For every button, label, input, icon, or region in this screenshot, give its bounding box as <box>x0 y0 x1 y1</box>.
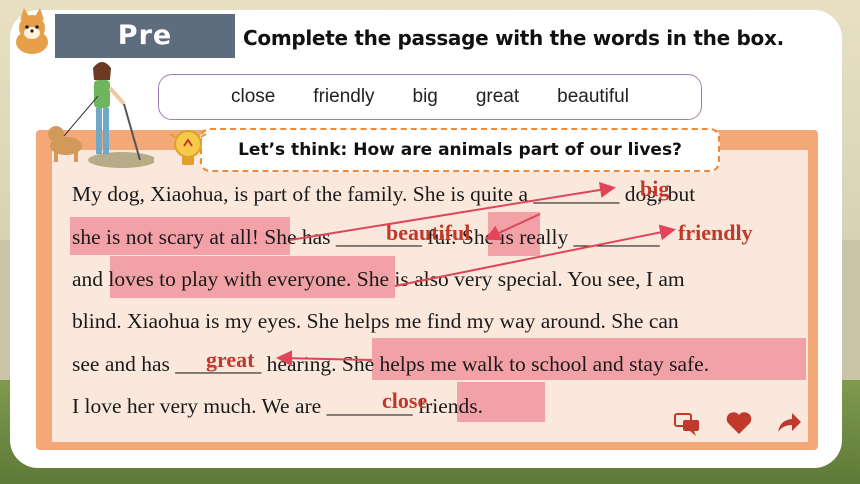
arrow-to-great <box>276 350 373 367</box>
arrow-to-beautiful <box>484 213 541 241</box>
arrow-to-friendly <box>394 224 676 287</box>
arrow-to-big <box>289 182 616 241</box>
share-icon[interactable] <box>774 408 804 438</box>
heart-icon[interactable] <box>724 408 754 438</box>
comment-icon[interactable] <box>672 408 702 438</box>
